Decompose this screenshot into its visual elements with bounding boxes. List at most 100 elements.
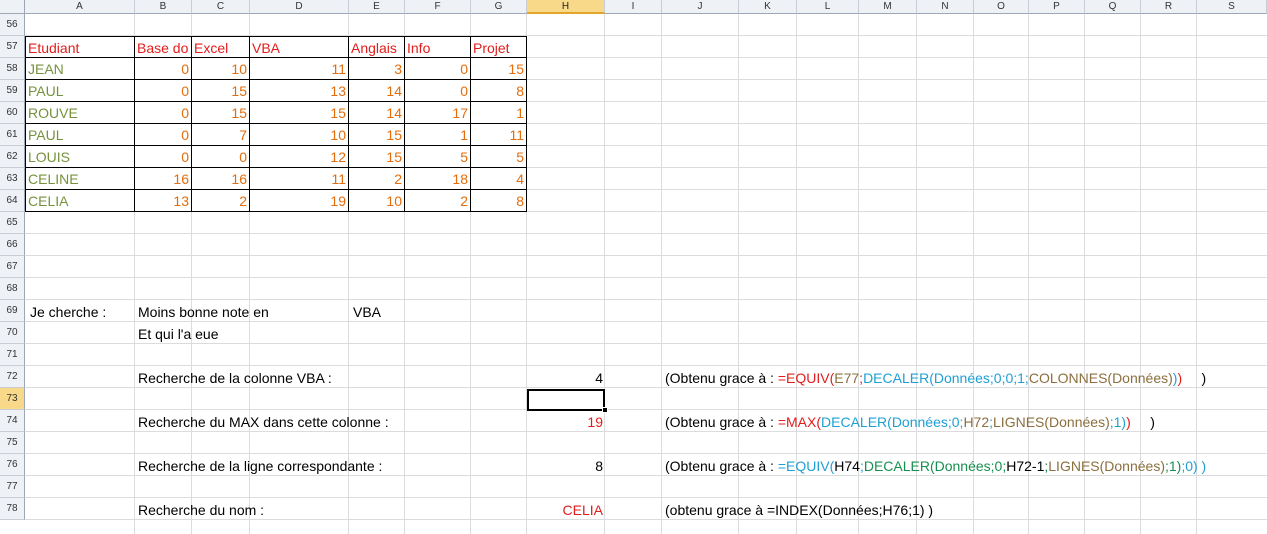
fill-handle[interactable] xyxy=(602,407,608,413)
grade-cell[interactable]: 12 xyxy=(250,146,349,168)
grade-cell[interactable]: 15 xyxy=(192,102,250,124)
grade-cell[interactable]: 15 xyxy=(349,146,405,168)
grade-cell[interactable]: 1 xyxy=(405,124,471,146)
column-header-g[interactable]: G xyxy=(471,0,527,14)
table-header-cell[interactable]: Etudiant xyxy=(25,36,135,58)
column-header-q[interactable]: Q xyxy=(1085,0,1141,14)
table-header-cell[interactable]: VBA xyxy=(250,36,349,58)
student-name-cell[interactable]: CELIA xyxy=(25,190,135,212)
row-header-60[interactable]: 60 xyxy=(0,102,25,124)
grade-cell[interactable]: 2 xyxy=(405,190,471,212)
grade-cell[interactable]: 11 xyxy=(250,58,349,80)
row-header-56[interactable]: 56 xyxy=(0,14,25,36)
row-header-62[interactable]: 62 xyxy=(0,146,25,168)
row-header-72[interactable]: 72 xyxy=(0,366,25,388)
column-header-s[interactable]: S xyxy=(1197,0,1267,14)
column-header-b[interactable]: B xyxy=(135,0,192,14)
row-header-76[interactable]: 76 xyxy=(0,454,25,476)
grade-cell[interactable]: 0 xyxy=(135,124,192,146)
grade-cell[interactable]: 0 xyxy=(192,146,250,168)
row-header-70[interactable]: 70 xyxy=(0,322,25,344)
student-name-cell[interactable]: LOUIS xyxy=(25,146,135,168)
table-header-cell[interactable]: Info xyxy=(405,36,471,58)
grade-cell[interactable]: 10 xyxy=(349,190,405,212)
grade-cell[interactable]: 0 xyxy=(405,80,471,102)
column-header-e[interactable]: E xyxy=(349,0,405,14)
column-header-h[interactable]: H xyxy=(527,0,605,14)
grade-cell[interactable]: 16 xyxy=(192,168,250,190)
table-header-cell[interactable]: Base do xyxy=(135,36,192,58)
grade-cell[interactable]: 0 xyxy=(135,146,192,168)
grade-cell[interactable]: 15 xyxy=(471,58,527,80)
row-header-61[interactable]: 61 xyxy=(0,124,25,146)
row-header-74[interactable]: 74 xyxy=(0,410,25,432)
grade-cell[interactable]: 19 xyxy=(250,190,349,212)
grade-cell[interactable]: 8 xyxy=(471,80,527,102)
row-header-59[interactable]: 59 xyxy=(0,80,25,102)
column-header-n[interactable]: N xyxy=(917,0,974,14)
row-header-78[interactable]: 78 xyxy=(0,498,25,520)
column-header-o[interactable]: O xyxy=(974,0,1029,14)
grade-cell[interactable]: 2 xyxy=(349,168,405,190)
grade-cell[interactable]: 0 xyxy=(135,58,192,80)
row-header-58[interactable]: 58 xyxy=(0,58,25,80)
grade-cell[interactable]: 2 xyxy=(192,190,250,212)
step-name-value[interactable]: CELIA xyxy=(527,499,603,521)
grade-cell[interactable]: 14 xyxy=(349,80,405,102)
grade-cell[interactable]: 17 xyxy=(405,102,471,124)
grade-cell[interactable]: 13 xyxy=(250,80,349,102)
table-header-cell[interactable]: Anglais xyxy=(349,36,405,58)
grade-cell[interactable]: 10 xyxy=(250,124,349,146)
column-header-p[interactable]: P xyxy=(1029,0,1085,14)
grade-cell[interactable]: 5 xyxy=(471,146,527,168)
row-header-63[interactable]: 63 xyxy=(0,168,25,190)
row-header-67[interactable]: 67 xyxy=(0,256,25,278)
row-header-77[interactable]: 77 xyxy=(0,476,25,498)
grade-cell[interactable]: 14 xyxy=(349,102,405,124)
row-header-75[interactable]: 75 xyxy=(0,432,25,454)
column-header-k[interactable]: K xyxy=(739,0,797,14)
column-header-a[interactable]: A xyxy=(25,0,135,14)
grade-cell[interactable]: 0 xyxy=(135,102,192,124)
select-all-corner[interactable] xyxy=(0,0,25,14)
step-column-value[interactable]: 4 xyxy=(527,367,603,389)
spreadsheet-grid[interactable]: ABCDEFGHIJKLMNOPQRS 56 57 58 59 60 61 62 63 64 65… xyxy=(0,0,1267,534)
grade-cell[interactable]: 3 xyxy=(349,58,405,80)
student-name-cell[interactable]: CELINE xyxy=(25,168,135,190)
grade-cell[interactable]: 13 xyxy=(135,190,192,212)
table-header-cell[interactable]: Projet xyxy=(471,36,527,58)
table-header-cell[interactable]: Excel xyxy=(192,36,250,58)
student-name-cell[interactable]: JEAN xyxy=(25,58,135,80)
grade-cell[interactable]: 11 xyxy=(250,168,349,190)
grade-cell[interactable]: 11 xyxy=(471,124,527,146)
grade-cell[interactable]: 4 xyxy=(471,168,527,190)
step-max-value[interactable]: 19 xyxy=(527,411,603,433)
grade-cell[interactable]: 8 xyxy=(471,190,527,212)
grade-cell[interactable]: 15 xyxy=(349,124,405,146)
row-header-65[interactable]: 65 xyxy=(0,212,25,234)
column-header-c[interactable]: C xyxy=(192,0,250,14)
grade-cell[interactable]: 0 xyxy=(135,80,192,102)
student-name-cell[interactable]: ROUVE xyxy=(25,102,135,124)
column-header-j[interactable]: J xyxy=(662,0,739,14)
grade-cell[interactable]: 18 xyxy=(405,168,471,190)
column-header-f[interactable]: F xyxy=(405,0,471,14)
grade-cell[interactable]: 5 xyxy=(405,146,471,168)
grade-cell[interactable]: 10 xyxy=(192,58,250,80)
row-header-71[interactable]: 71 xyxy=(0,344,25,366)
grade-cell[interactable]: 16 xyxy=(135,168,192,190)
grade-cell[interactable]: 15 xyxy=(192,80,250,102)
grade-cell[interactable]: 0 xyxy=(405,58,471,80)
row-header-64[interactable]: 64 xyxy=(0,190,25,212)
row-header-68[interactable]: 68 xyxy=(0,278,25,300)
grade-cell[interactable]: 1 xyxy=(471,102,527,124)
student-name-cell[interactable]: PAUL xyxy=(25,124,135,146)
column-header-l[interactable]: L xyxy=(797,0,859,14)
row-header-69[interactable]: 69 xyxy=(0,300,25,322)
column-header-d[interactable]: D xyxy=(250,0,349,14)
column-header-m[interactable]: M xyxy=(859,0,917,14)
row-header-66[interactable]: 66 xyxy=(0,234,25,256)
grade-cell[interactable]: 15 xyxy=(250,102,349,124)
column-header-i[interactable]: I xyxy=(605,0,662,14)
grade-cell[interactable]: 7 xyxy=(192,124,250,146)
